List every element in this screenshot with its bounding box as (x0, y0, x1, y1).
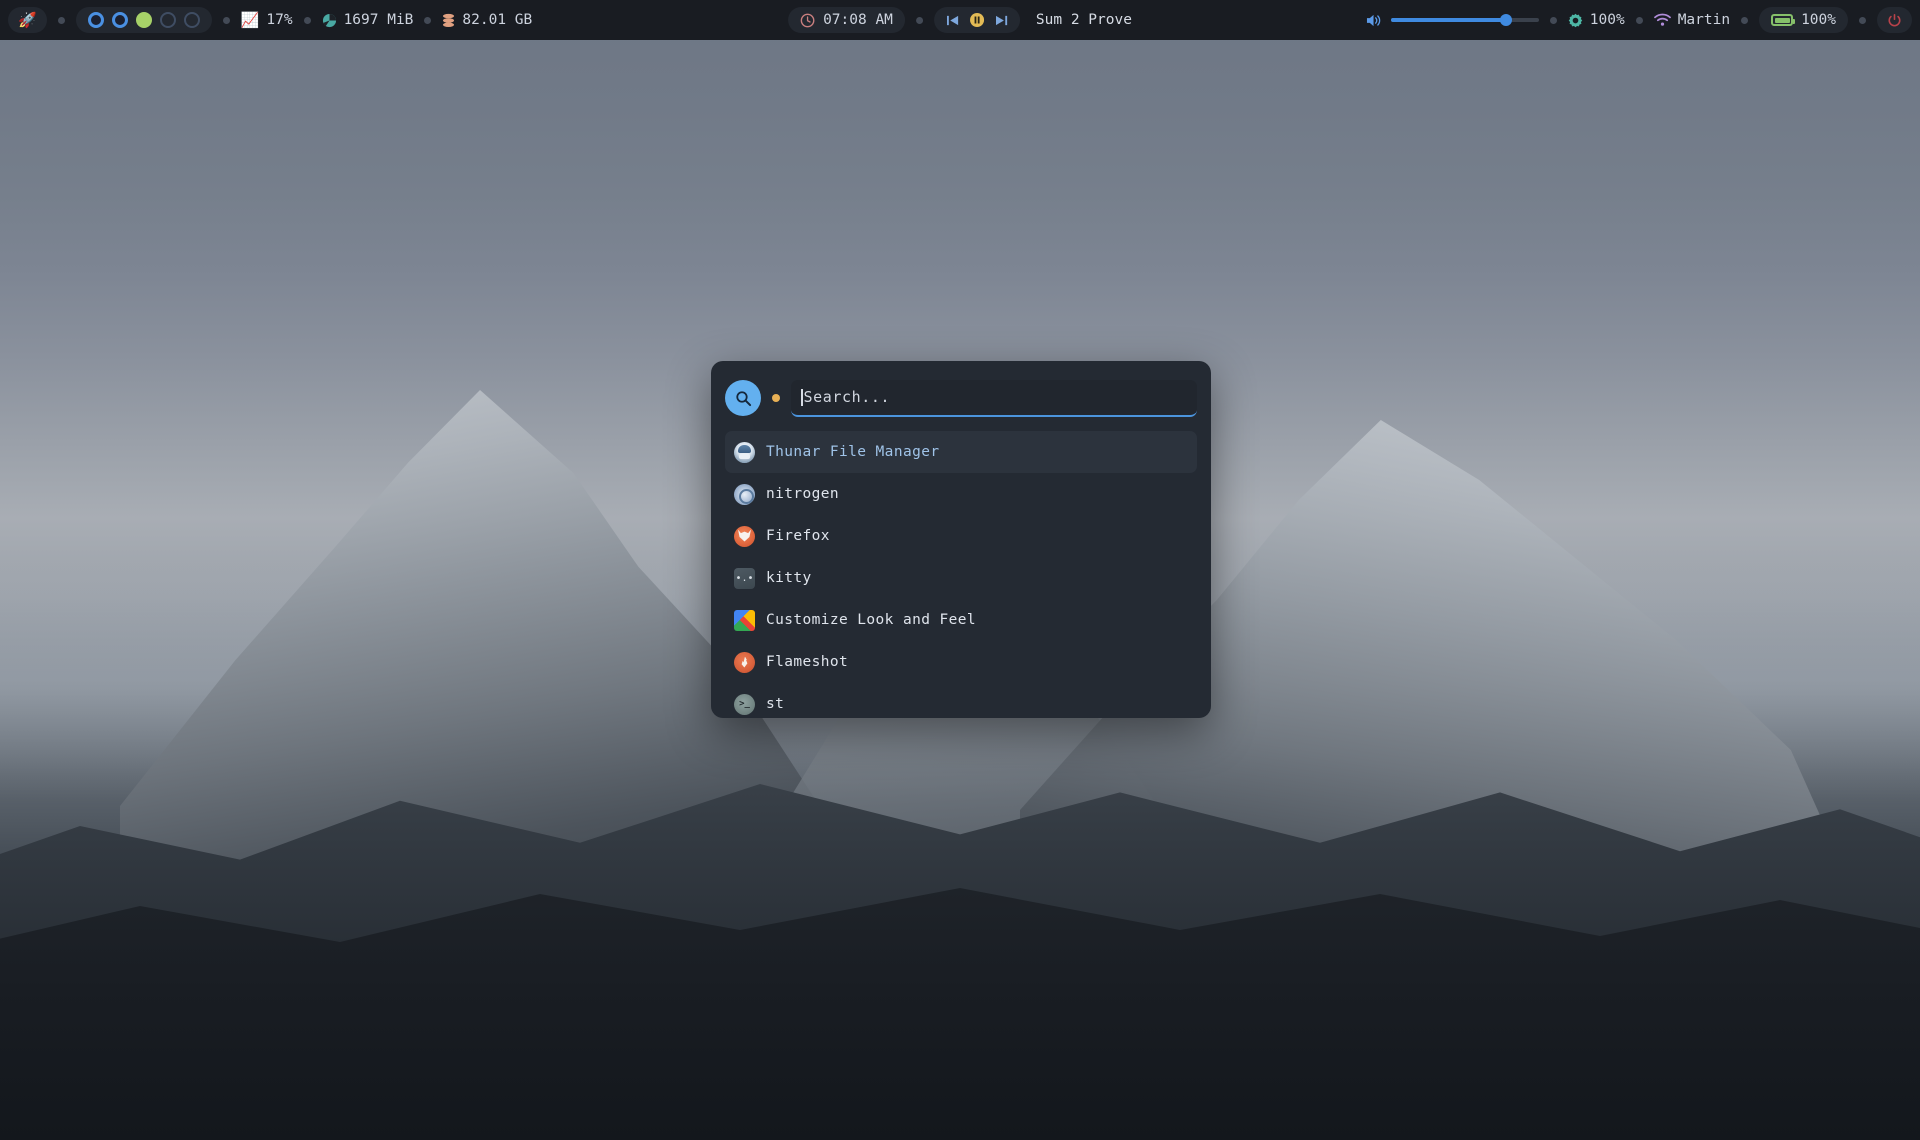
pie-chart-icon (322, 13, 337, 28)
status-bar-right-section: 100% Martin 100% (1366, 7, 1912, 33)
skip-next-glyph (995, 15, 1007, 25)
pause-circle-glyph (969, 13, 984, 27)
chart-line-icon: 📈 (240, 10, 260, 29)
database-stack-icon (442, 13, 455, 28)
status-bar-left-section: 🚀 📈 17% 1697 MiB 82.01 GB (0, 7, 532, 33)
memory-usage-value: 1697 MiB (343, 12, 414, 28)
thunar-icon (734, 441, 755, 463)
battery-icon (1771, 14, 1796, 26)
list-item[interactable]: Thunar File Manager (725, 431, 1197, 473)
clock-value: 07:08 AM (823, 12, 893, 28)
workspace-2[interactable] (111, 12, 128, 28)
app-label: Firefox (766, 528, 830, 544)
app-label: Customize Look and Feel (766, 612, 976, 628)
workspace-5[interactable] (183, 12, 200, 28)
pause-circle-icon[interactable] (969, 12, 985, 28)
rocket-icon: 🚀 (18, 10, 37, 29)
list-item[interactable]: nitrogen (725, 473, 1197, 515)
speaker-glyph (1366, 14, 1380, 26)
magnifier-glyph (735, 390, 751, 406)
disk-usage-value: 82.01 GB (462, 12, 533, 28)
app-label: Flameshot (766, 654, 849, 670)
app-label: nitrogen (766, 486, 840, 502)
disk-usage-module[interactable]: 82.01 GB (442, 12, 532, 28)
power-button[interactable] (1877, 7, 1912, 33)
list-item[interactable]: Customize Look and Feel (725, 599, 1197, 641)
flameshot-icon (734, 651, 755, 673)
cpu-usage-module[interactable]: 📈 17% (241, 12, 293, 28)
memory-usage-module[interactable]: 1697 MiB (322, 12, 414, 28)
network-ssid: Martin (1677, 12, 1731, 28)
pie-chart-glyph (322, 13, 336, 27)
separator-dot (1859, 16, 1866, 24)
media-controls[interactable] (933, 7, 1020, 33)
separator-dot (1549, 16, 1557, 24)
power-glyph (1888, 13, 1901, 26)
clock-icon (800, 13, 815, 28)
application-launcher-dialog: Search... Thunar File Manager nitrogen F… (711, 361, 1211, 718)
cpu-usage-value: 17% (266, 12, 293, 28)
application-results-list: Thunar File Manager nitrogen Firefox kit… (725, 431, 1197, 725)
search-input[interactable]: Search... (791, 379, 1197, 417)
text-caret (801, 388, 803, 406)
list-item[interactable]: st (725, 683, 1197, 725)
search-placeholder: Search... (803, 388, 891, 406)
workspace-4[interactable] (159, 12, 176, 28)
separator-dot (1741, 16, 1749, 24)
database-glyph (443, 13, 455, 27)
wifi-glyph (1653, 13, 1671, 26)
separator-dot (1635, 16, 1643, 24)
app-launcher-button[interactable]: 🚀 (8, 7, 47, 33)
separator-dot (424, 16, 432, 24)
customize-icon (734, 609, 755, 631)
clock-glyph (800, 13, 815, 27)
volume-slider-fill (1390, 18, 1507, 22)
separator-dot (915, 16, 923, 24)
speaker-icon[interactable] (1366, 13, 1382, 28)
media-track-title[interactable]: Sum 2 Prove (1036, 12, 1132, 28)
wifi-icon (1653, 13, 1671, 27)
app-label: kitty (766, 570, 812, 586)
kitty-icon (734, 567, 755, 589)
status-bar-center-section: 07:08 AM Sum 2 Prove (788, 7, 1132, 33)
volume-slider-knob[interactable] (1500, 14, 1513, 26)
gear-glyph (1568, 13, 1583, 27)
gear-icon (1568, 13, 1583, 28)
battery-level-fill (1774, 17, 1790, 23)
separator-dot (303, 16, 311, 24)
launcher-search-row: Search... (725, 375, 1197, 421)
battery-value: 100% (1801, 12, 1836, 28)
brightness-value: 100% (1589, 12, 1625, 28)
brightness-module[interactable]: 100% (1568, 12, 1625, 28)
power-icon (1887, 13, 1902, 28)
app-label: st (766, 696, 785, 712)
list-item[interactable]: kitty (725, 557, 1197, 599)
app-label: Thunar File Manager (766, 444, 940, 460)
top-status-bar: 🚀 📈 17% 1697 MiB 82.01 GB 07:08 AM Sum 2… (0, 0, 1920, 40)
network-module[interactable]: Martin (1653, 12, 1731, 28)
volume-slider[interactable] (1390, 14, 1539, 26)
list-item[interactable]: Flameshot (725, 641, 1197, 683)
volume-module[interactable] (1366, 13, 1539, 28)
skip-next-icon[interactable] (995, 14, 1008, 27)
list-item[interactable]: Firefox (725, 515, 1197, 557)
battery-module[interactable]: 100% (1759, 7, 1848, 33)
separator-dot (57, 16, 65, 24)
clock-module[interactable]: 07:08 AM (788, 7, 905, 33)
search-icon[interactable] (725, 380, 761, 416)
workspace-1[interactable] (87, 12, 104, 28)
st-terminal-icon (734, 693, 755, 715)
separator-dot (222, 16, 230, 24)
firefox-icon (734, 525, 755, 547)
nitrogen-icon (734, 483, 755, 505)
skip-previous-glyph (946, 15, 958, 25)
mode-dot-icon[interactable] (772, 394, 780, 402)
workspace-switcher[interactable] (75, 7, 212, 33)
workspace-3[interactable] (135, 12, 152, 28)
skip-previous-icon[interactable] (946, 14, 959, 27)
